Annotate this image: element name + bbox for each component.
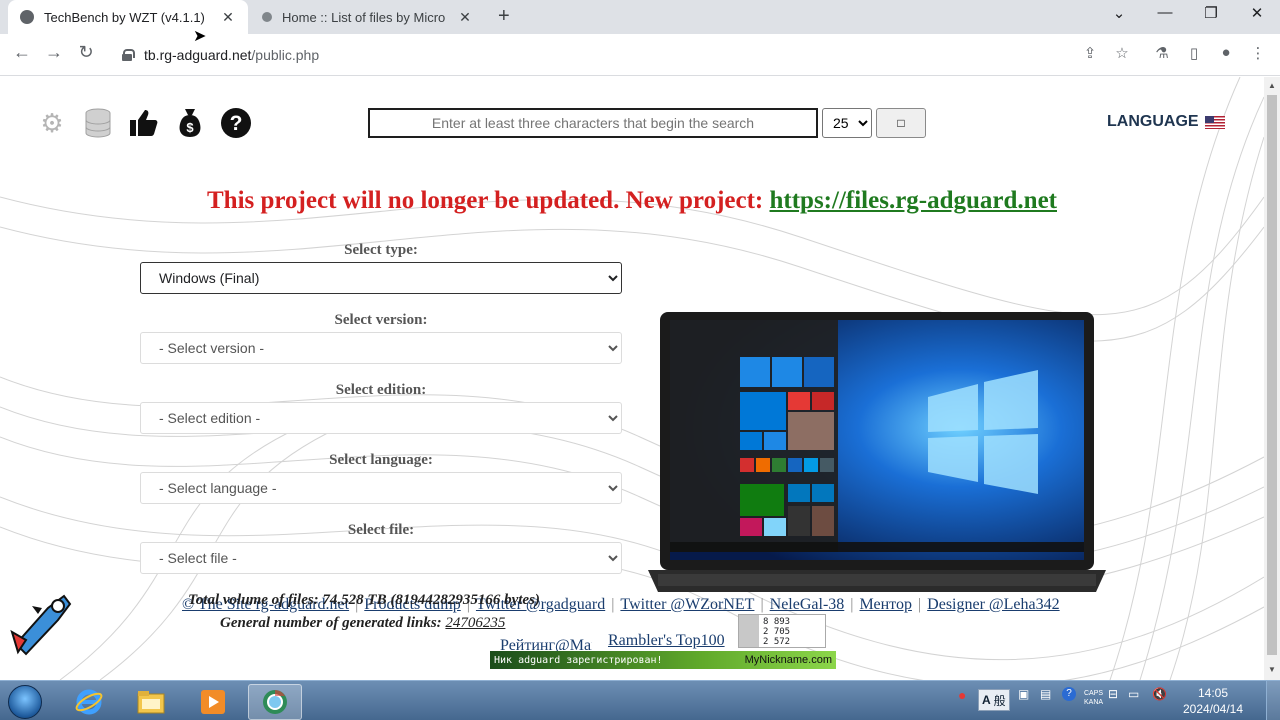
- version-label: Select version:: [334, 312, 428, 328]
- file-explorer-icon[interactable]: [124, 684, 178, 720]
- edition-label: Select edition:: [335, 382, 427, 398]
- caps-kana-indicator: CAPS KANA: [1084, 690, 1104, 706]
- mascot-logo: [8, 592, 76, 660]
- side-panel-icon[interactable]: ▯: [1184, 44, 1204, 62]
- windows-laptop-image: [648, 312, 1106, 592]
- file-select[interactable]: - Select file -: [140, 542, 622, 574]
- labs-flask-icon[interactable]: ⚗: [1152, 44, 1172, 62]
- svg-text:?: ?: [230, 112, 243, 135]
- search-input[interactable]: [368, 108, 818, 138]
- media-player-icon[interactable]: [186, 684, 240, 720]
- site-favicon-icon: [262, 12, 272, 22]
- url-text: tb.rg-adguard.net/public.php: [144, 47, 320, 63]
- windows-taskbar: ● A 般 ▣ ▤ ? CAPS KANA ⊟ ▭ 🔇 14:05 2024/0…: [0, 680, 1280, 720]
- close-window-icon[interactable]: ✕: [1242, 4, 1272, 22]
- language-select-label: Select language:: [329, 452, 433, 468]
- browser-toolbar: ← → ↻ tb.rg-adguard.net/public.php ⇪ ☆ ⚗…: [0, 34, 1280, 76]
- question-icon[interactable]: ?: [220, 107, 252, 139]
- notice-text: This project will no longer be updated. …: [207, 187, 764, 214]
- generated-links-text: General number of generated links: 24706…: [220, 615, 506, 631]
- back-icon[interactable]: ←: [10, 42, 34, 63]
- nickname-banner[interactable]: Ник adguard зарегистрирован! MyNickname.…: [490, 651, 836, 669]
- globe-icon: [20, 10, 34, 24]
- close-tab-icon[interactable]: ✕: [220, 9, 236, 26]
- volume-muted-icon[interactable]: 🔇: [1152, 687, 1167, 701]
- total-volume-text: Total volume of files: 74.528 TB (819442…: [188, 592, 540, 608]
- results-per-page-select[interactable]: 25: [822, 108, 872, 138]
- minimize-icon[interactable]: —: [1150, 4, 1180, 21]
- scroll-thumb[interactable]: [1267, 95, 1277, 655]
- close-tab-icon[interactable]: ✕: [457, 9, 473, 26]
- visit-counter[interactable]: 8 893 2 705 2 572: [738, 614, 826, 648]
- footer-link-mentor[interactable]: Ментор: [859, 596, 911, 613]
- top-icon-bar: ⚙ $ ?: [36, 107, 252, 139]
- ime-help-icon[interactable]: ?: [1062, 687, 1076, 701]
- new-project-link[interactable]: https://files.rg-adguard.net: [770, 187, 1058, 214]
- mouse-cursor-icon: ➤: [193, 28, 207, 45]
- us-flag-icon: [1204, 115, 1225, 129]
- share-icon[interactable]: ⇪: [1080, 44, 1100, 62]
- ime-tool-icon[interactable]: ▤: [1040, 687, 1051, 701]
- footer-link-designer[interactable]: Designer @Leha342: [927, 596, 1059, 613]
- tab-techbench[interactable]: TechBench by WZT (v4.1.1) ✕: [8, 0, 248, 34]
- address-bar[interactable]: tb.rg-adguard.net/public.php: [110, 39, 1140, 71]
- chrome-taskbar-icon[interactable]: [248, 684, 302, 720]
- tray-options-icon[interactable]: ⊟: [1108, 687, 1118, 701]
- network-icon[interactable]: ▭: [1128, 687, 1139, 701]
- tray-red-icon[interactable]: ●: [958, 687, 966, 703]
- gear-icon[interactable]: ⚙: [36, 107, 68, 139]
- edition-select[interactable]: - Select edition -: [140, 402, 622, 434]
- version-select[interactable]: - Select version -: [140, 332, 622, 364]
- ime-pad-icon[interactable]: ▣: [1018, 687, 1029, 701]
- bookmark-star-icon[interactable]: ☆: [1112, 44, 1132, 62]
- file-label: Select file:: [347, 522, 415, 538]
- rambler-top100-image[interactable]: Rambler's Top100: [592, 632, 725, 650]
- thumbs-up-icon[interactable]: [128, 107, 160, 139]
- ime-language-bar[interactable]: A 般: [978, 689, 1010, 711]
- system-clock[interactable]: 14:05 2024/04/14: [1180, 685, 1246, 717]
- scroll-up-icon[interactable]: ▲: [1268, 81, 1276, 90]
- tab-title: Home :: List of files by Micro: [282, 9, 446, 25]
- deprecation-notice: This project will no longer be updated. …: [0, 187, 1264, 215]
- tab-home-list[interactable]: Home :: List of files by Micro ✕: [250, 0, 485, 34]
- footer-link-twitter-wzornet[interactable]: Twitter @WZorNET: [620, 596, 754, 613]
- language-label: LANGUAGE: [1107, 113, 1199, 130]
- tab-strip: TechBench by WZT (v4.1.1) ✕ Home :: List…: [0, 0, 1280, 34]
- profile-icon[interactable]: ●: [1216, 44, 1236, 61]
- language-select[interactable]: - Select language -: [140, 472, 622, 504]
- counter-chart-icon: [739, 615, 759, 647]
- language-selector[interactable]: LANGUAGE: [1107, 113, 1225, 131]
- menu-kebab-icon[interactable]: ⋮: [1248, 44, 1268, 62]
- lock-icon[interactable]: [122, 49, 135, 61]
- start-button[interactable]: [8, 685, 42, 719]
- page-scrollbar[interactable]: ▲ ▼: [1264, 77, 1280, 680]
- page-content: ⚙ $ ? 25 □ LANGUAGE This project will no…: [0, 77, 1264, 680]
- database-icon[interactable]: [82, 107, 114, 139]
- money-bag-icon[interactable]: $: [174, 107, 206, 139]
- forward-icon[interactable]: →: [42, 42, 66, 63]
- tab-search-chevron-icon[interactable]: ⌄: [1104, 4, 1134, 22]
- scroll-down-icon[interactable]: ▼: [1268, 665, 1276, 674]
- type-select[interactable]: Windows (Final): [140, 262, 622, 294]
- show-desktop-button[interactable]: [1266, 681, 1280, 720]
- restore-icon[interactable]: ❐: [1196, 4, 1226, 22]
- footer-link-nelegal[interactable]: NeleGal-38: [770, 596, 845, 613]
- search-button[interactable]: □: [876, 108, 926, 138]
- internet-explorer-icon[interactable]: [62, 684, 116, 720]
- reload-icon[interactable]: ↻: [74, 42, 98, 63]
- type-label: Select type:: [344, 242, 418, 258]
- new-tab-icon[interactable]: +: [498, 5, 510, 28]
- tab-title: TechBench by WZT (v4.1.1): [44, 9, 205, 25]
- svg-text:$: $: [186, 120, 194, 135]
